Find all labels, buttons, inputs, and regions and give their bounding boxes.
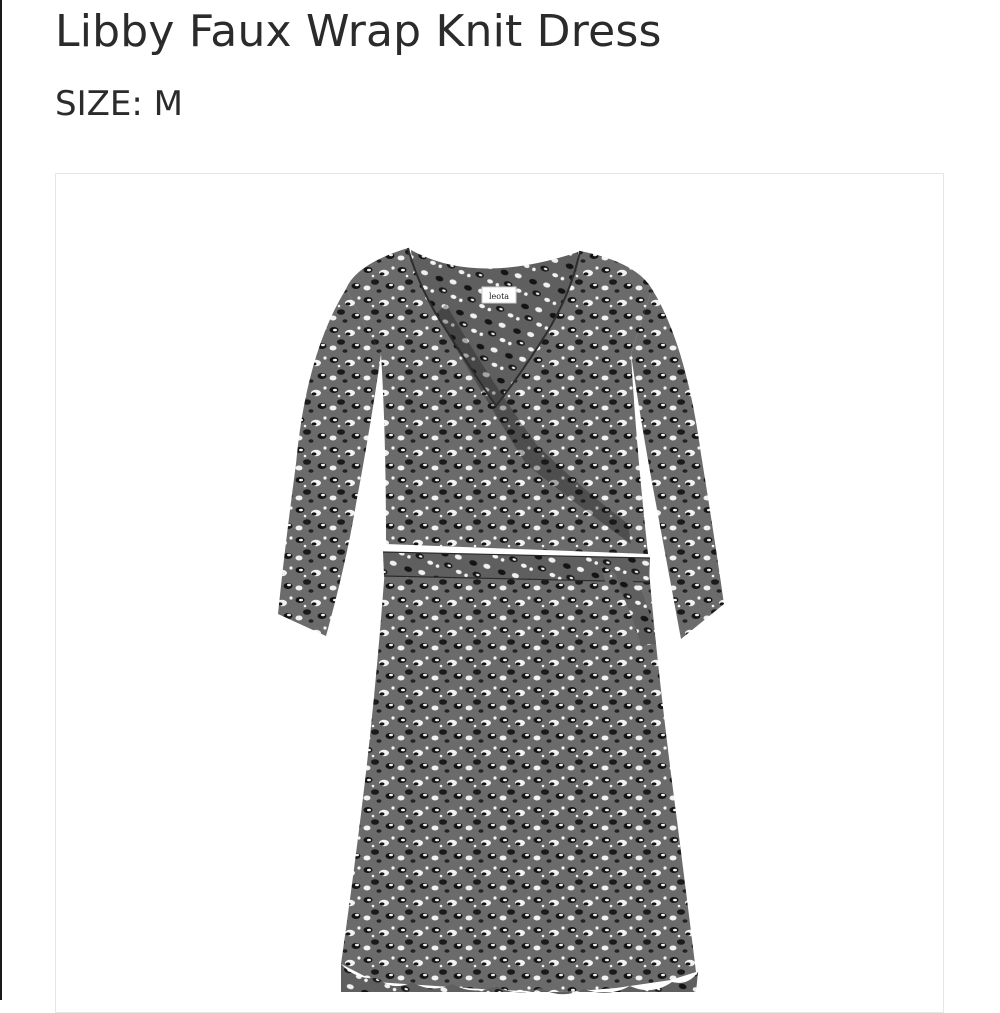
product-title: Libby Faux Wrap Knit Dress — [55, 6, 662, 57]
dress-photo: leota — [278, 247, 724, 995]
left-edge-divider — [0, 0, 2, 1000]
product-image-card[interactable]: leota — [55, 173, 944, 1013]
size-label: SIZE: — [55, 84, 143, 124]
size-value: M — [153, 84, 183, 124]
brand-tag-text: leota — [489, 292, 509, 301]
size-line: SIZE: M — [55, 84, 183, 124]
